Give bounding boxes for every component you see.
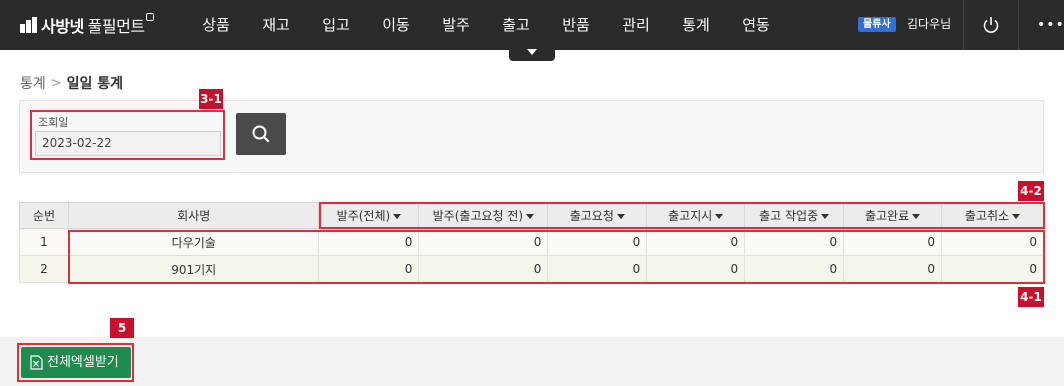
caret-down-icon [616,214,625,219]
footer-bar [0,337,1064,386]
divider [963,0,964,50]
caret-down-icon [526,214,535,219]
caret-down-icon [1012,214,1021,219]
cell-order-pending: 0 [418,228,549,256]
breadcrumb: 통계 > 일일 통계 [20,73,123,93]
table-row[interactable]: 2 901기지 0 0 0 0 0 0 0 [19,255,1044,283]
cell-ship-cancel: 0 [941,228,1044,256]
logo-mark-icon [20,17,38,33]
cell-ship-working: 0 [744,228,845,256]
excel-icon [30,355,43,370]
divider [1018,0,1019,50]
daily-stats-table: 순번 회사명 발주(전체) 발주(출고요청 전) 출고요청 출고지시 출고 작업… [19,202,1044,283]
logo-box-icon [145,13,154,21]
annotation-marker: 4-2 [1018,181,1044,201]
table-header-row: 순번 회사명 발주(전체) 발주(출고요청 전) 출고요청 출고지시 출고 작업… [19,202,1044,229]
table-row[interactable]: 1 다우기술 0 0 0 0 0 0 0 [19,228,1044,256]
cell-order-all: 0 [318,255,420,283]
user-name[interactable]: 김다우님 [907,16,951,33]
nav-item-order[interactable]: 발주 [426,0,486,50]
column-header-order-all[interactable]: 발주(전체) [318,202,420,229]
cell-seq: 2 [19,255,69,283]
column-header-seq: 순번 [19,202,69,229]
date-field-label: 조회일 [38,116,69,129]
column-header-ship-done[interactable]: 출고완료 [843,202,943,229]
caret-down-icon [393,214,402,219]
nav-item-stats[interactable]: 통계 [666,0,726,50]
cell-ship-instruction: 0 [646,228,746,256]
column-header-order-pending[interactable]: 발주(출고요청 전) [418,202,549,229]
cell-order-all: 0 [318,228,420,256]
column-header-ship-instruction[interactable]: 출고지시 [646,202,746,229]
cell-ship-request: 0 [547,255,648,283]
search-button[interactable] [236,113,286,155]
caret-down-icon [912,214,921,219]
column-header-ship-cancel[interactable]: 출고취소 [941,202,1044,229]
column-header-ship-request[interactable]: 출고요청 [547,202,648,229]
nav-item-product[interactable]: 상품 [186,0,246,50]
page-title: 일일 통계 [66,76,124,92]
top-bar: 사방넷 풀필먼트 상품 재고 입고 이동 발주 출고 반품 관리 통계 연동 물… [0,0,1064,50]
annotation-marker: 4-1 [1018,287,1044,307]
nav-item-manage[interactable]: 관리 [606,0,666,50]
logo[interactable]: 사방넷 풀필먼트 [20,13,154,37]
chevron-right-icon: > [50,75,62,91]
cell-ship-instruction: 0 [646,255,746,283]
cell-ship-done: 0 [843,228,943,256]
caret-down-icon [715,214,724,219]
main-nav: 상품 재고 입고 이동 발주 출고 반품 관리 통계 연동 [186,0,786,50]
nav-item-integration[interactable]: 연동 [726,0,786,50]
nav-item-inbound[interactable]: 입고 [306,0,366,50]
cell-ship-cancel: 0 [941,255,1044,283]
role-badge: 물류사 [858,17,896,32]
column-header-company: 회사명 [67,202,320,229]
column-header-ship-working[interactable]: 출고 작업중 [744,202,845,229]
more-icon[interactable]: ••• [1037,14,1064,36]
cell-order-pending: 0 [418,255,549,283]
cell-company: 901기지 [67,255,320,283]
cell-company: 다우기술 [67,228,320,256]
nav-collapse-toggle[interactable] [509,44,555,61]
logo-sub-text: 풀필먼트 [87,17,145,36]
power-icon[interactable] [980,14,1002,36]
nav-item-outbound[interactable]: 출고 [486,0,546,50]
date-input[interactable]: 2023-02-22 [35,131,221,156]
logo-main-text: 사방넷 [41,17,84,36]
cell-seq: 1 [19,228,69,256]
annotation-marker: 3-1 [199,89,223,109]
cell-ship-working: 0 [744,255,845,283]
caret-down-icon [821,214,830,219]
search-icon [252,125,270,143]
annotation-marker: 5 [110,318,134,338]
cell-ship-done: 0 [843,255,943,283]
nav-item-transfer[interactable]: 이동 [366,0,426,50]
cell-ship-request: 0 [547,228,648,256]
nav-item-return[interactable]: 반품 [546,0,606,50]
breadcrumb-parent[interactable]: 통계 [20,73,46,93]
nav-item-stock[interactable]: 재고 [246,0,306,50]
